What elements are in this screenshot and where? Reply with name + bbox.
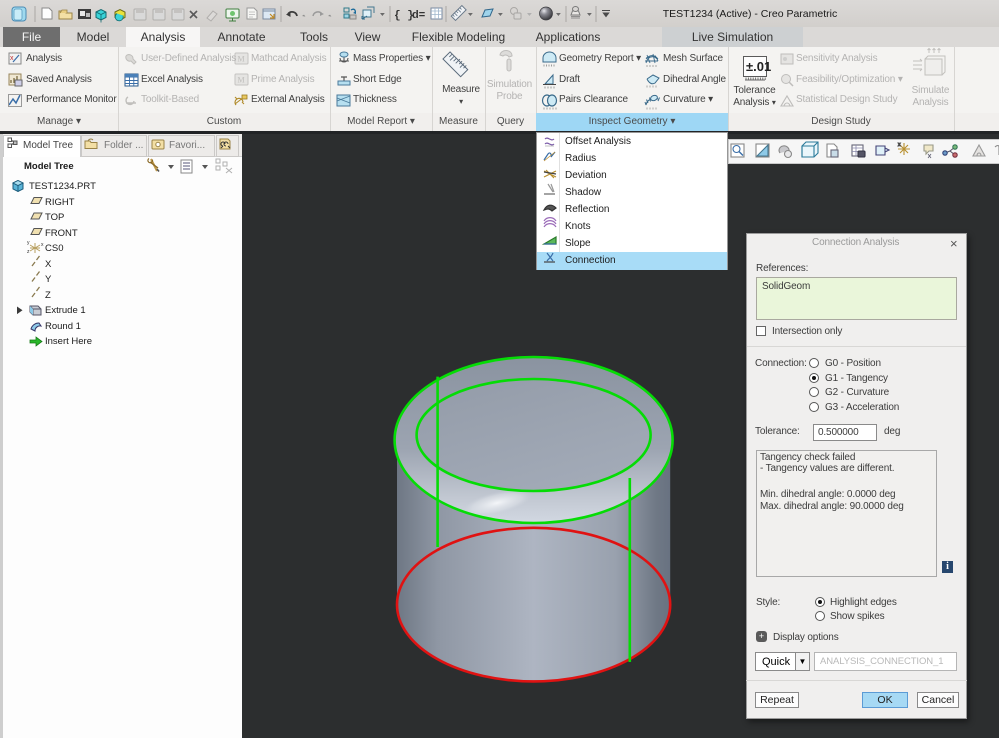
svg-text:{ }: { } bbox=[394, 10, 414, 22]
svg-text:y: y bbox=[27, 240, 30, 246]
svg-text:d=: d= bbox=[412, 9, 425, 21]
svg-text:x: x bbox=[41, 242, 44, 248]
svg-text:z: z bbox=[27, 249, 30, 255]
svg-text:M: M bbox=[238, 76, 245, 85]
svg-text:M: M bbox=[238, 55, 245, 64]
svg-text:±.01: ±.01 bbox=[746, 59, 771, 74]
